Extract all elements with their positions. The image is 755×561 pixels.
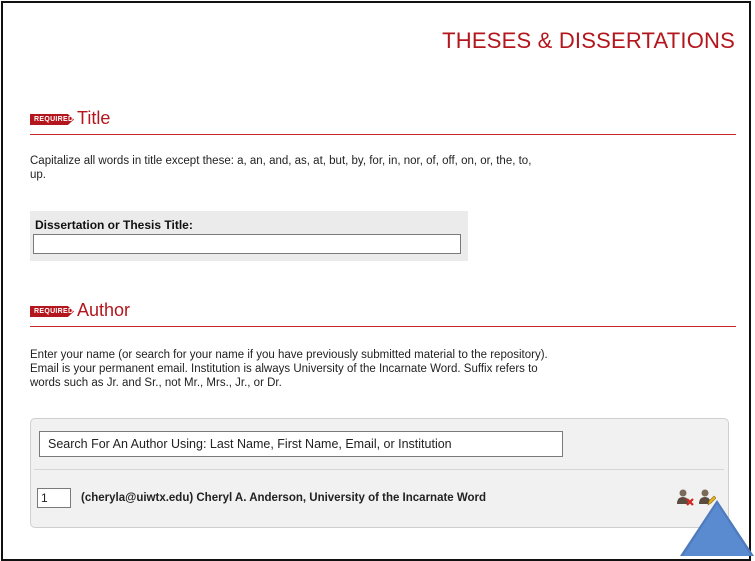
- title-input[interactable]: [33, 234, 461, 254]
- author-section-heading: Author: [77, 300, 131, 320]
- title-field-box: Dissertation or Thesis Title:: [30, 211, 468, 261]
- author-order-input[interactable]: 1: [37, 488, 71, 508]
- author-row: 1 (cheryla@uiwtx.edu) Cheryl A. Anderson…: [34, 469, 724, 520]
- title-section-heading: Title: [77, 108, 111, 128]
- author-panel: Search For An Author Using: Last Name, F…: [30, 418, 729, 528]
- title-section-header: REQUIRED Title: [30, 108, 736, 135]
- author-help-text: Enter your name (or search for your name…: [30, 349, 548, 389]
- required-badge: REQUIRED: [30, 114, 74, 125]
- page-title: THESES & DISSERTATIONS: [442, 28, 735, 53]
- required-badge: REQUIRED: [30, 306, 74, 317]
- title-help-text: Capitalize all words in title except the…: [30, 155, 532, 181]
- author-section-header: REQUIRED Author: [30, 300, 736, 327]
- pointer-arrow-fill: [683, 504, 751, 556]
- author-search-input[interactable]: Search For An Author Using: Last Name, F…: [39, 431, 563, 457]
- author-entry-text: (cheryla@uiwtx.edu) Cheryl A. Anderson, …: [81, 492, 487, 504]
- title-field-label: Dissertation or Thesis Title:: [35, 218, 193, 232]
